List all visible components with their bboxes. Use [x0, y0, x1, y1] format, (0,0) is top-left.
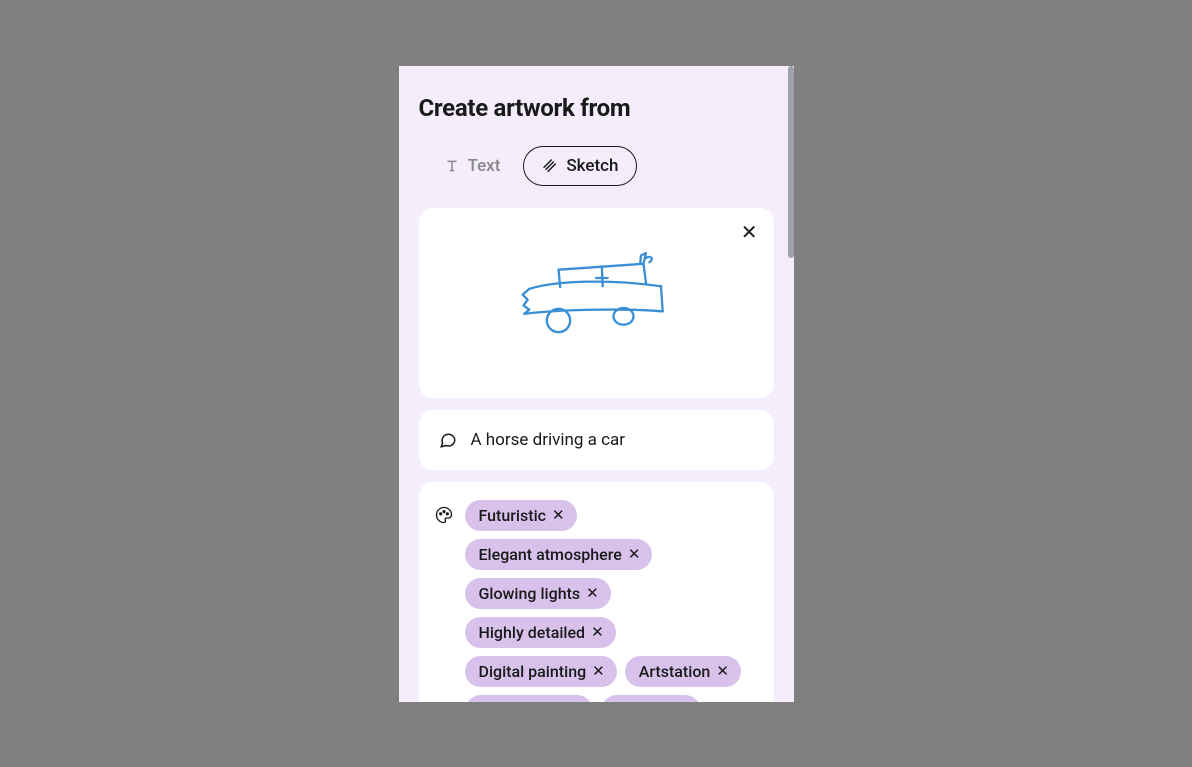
style-tag[interactable]: Highly detailed ✕	[465, 617, 616, 648]
style-tag-label: Glowing lights	[479, 584, 581, 603]
close-icon[interactable]: ✕	[628, 547, 641, 562]
tab-text[interactable]: Text	[425, 146, 520, 186]
style-tag-label: Futuristic	[479, 506, 547, 525]
style-tag[interactable]: Concept art✕	[465, 695, 593, 701]
tabs: Text Sketch	[419, 146, 774, 186]
close-icon[interactable]: ✕	[552, 508, 565, 523]
tab-sketch[interactable]: Sketch	[523, 146, 637, 186]
tags-list: Futuristic✕Elegant atmosphere✕Glowing li…	[465, 500, 758, 702]
prompt-card[interactable]: A horse driving a car	[419, 410, 774, 470]
sketch-icon	[542, 158, 558, 174]
style-tag-label: Digital painting	[479, 662, 587, 681]
style-tag[interactable]: Artstation ✕	[625, 656, 741, 687]
style-tags-card: Futuristic✕Elegant atmosphere✕Glowing li…	[419, 482, 774, 702]
style-tag[interactable]: Elegant atmosphere ✕	[465, 539, 653, 570]
style-tag[interactable]: Futuristic ✕	[465, 500, 577, 531]
style-tag-label: Highly detailed	[479, 623, 586, 642]
sketch-drawing	[506, 243, 686, 343]
tab-sketch-label: Sketch	[566, 156, 618, 176]
create-artwork-panel: Create artwork from Text	[399, 66, 794, 702]
prompt-text: A horse driving a car	[471, 430, 626, 450]
sketch-canvas-card[interactable]: ✕	[419, 208, 774, 398]
style-tag[interactable]: Digital painting ✕	[465, 656, 617, 687]
speech-icon	[439, 431, 457, 449]
close-icon[interactable]: ✕	[592, 664, 605, 679]
palette-icon	[435, 506, 453, 702]
tab-text-label: Text	[468, 156, 501, 176]
close-icon[interactable]: ✕	[586, 586, 599, 601]
style-tag[interactable]: Smooth✕	[601, 695, 702, 701]
close-icon[interactable]: ✕	[591, 625, 604, 640]
style-tag-label: Elegant atmosphere	[479, 545, 622, 564]
close-icon[interactable]: ✕	[741, 222, 758, 242]
style-tag[interactable]: Glowing lights ✕	[465, 578, 611, 609]
style-tag-label: Artstation	[639, 662, 711, 681]
text-icon	[444, 158, 460, 174]
page-title: Create artwork from	[419, 94, 774, 122]
close-icon[interactable]: ✕	[716, 664, 729, 679]
scrollbar[interactable]	[788, 66, 794, 258]
